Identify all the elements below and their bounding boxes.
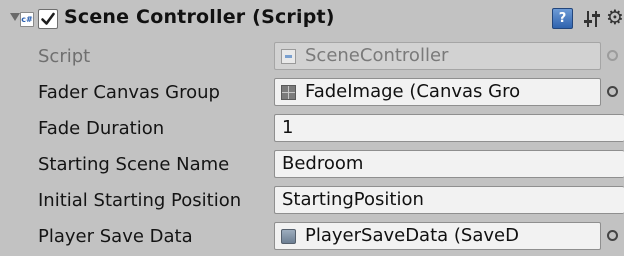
csharp-script-icon: c# xyxy=(20,12,34,27)
object-picker-icon xyxy=(607,50,618,61)
fader-canvas-group-field[interactable]: FadeImage (Canvas Gro xyxy=(274,78,601,106)
initial-starting-position-dropdown[interactable]: StartingPosition xyxy=(274,186,624,214)
component-header[interactable]: c# Scene Controller (Script) ? ⚙ xyxy=(0,0,624,38)
object-picker-icon[interactable] xyxy=(607,86,618,97)
starting-scene-name-input[interactable]: Bedroom xyxy=(274,150,624,178)
field-row-fade-duration: Fade Duration 1 xyxy=(0,112,624,148)
script-object-field: SceneController xyxy=(274,42,601,70)
field-label: Player Save Data xyxy=(38,226,193,247)
field-value: SceneController xyxy=(305,45,449,66)
player-save-data-field[interactable]: PlayerSaveData (SaveD xyxy=(274,222,601,250)
field-label: Starting Scene Name xyxy=(38,154,230,175)
component-title: Scene Controller (Script) xyxy=(64,6,335,28)
script-asset-icon xyxy=(281,49,296,64)
field-row-initial-starting-position: Initial Starting Position StartingPositi… xyxy=(0,184,624,220)
field-row-starting-scene-name: Starting Scene Name Bedroom xyxy=(0,148,624,184)
scene-controller-inspector: c# Scene Controller (Script) ? ⚙ Script … xyxy=(0,0,624,254)
checkmark-icon xyxy=(41,12,55,25)
field-value: FadeImage (Canvas Gro xyxy=(305,81,521,102)
field-row-fader-canvas-group: Fader Canvas Group FadeImage (Canvas Gro xyxy=(0,76,624,112)
field-label: Initial Starting Position xyxy=(38,190,242,211)
scriptable-object-icon xyxy=(281,229,296,244)
field-row-script: Script SceneController xyxy=(0,40,624,76)
field-label: Fade Duration xyxy=(38,118,165,139)
foldout-expanded-icon[interactable] xyxy=(10,13,20,21)
gear-icon[interactable]: ⚙ xyxy=(606,7,624,27)
fade-duration-input[interactable]: 1 xyxy=(274,114,624,142)
field-label: Script xyxy=(38,46,91,67)
object-picker-icon[interactable] xyxy=(607,230,618,241)
help-icon[interactable]: ? xyxy=(552,8,573,29)
field-label: Fader Canvas Group xyxy=(38,82,220,103)
preset-sliders-icon[interactable] xyxy=(583,10,601,28)
field-value: PlayerSaveData (SaveD xyxy=(305,225,519,246)
component-enabled-checkbox[interactable] xyxy=(38,9,58,29)
field-row-player-save-data: Player Save Data PlayerSaveData (SaveD xyxy=(0,220,624,256)
canvas-group-icon xyxy=(281,85,296,100)
